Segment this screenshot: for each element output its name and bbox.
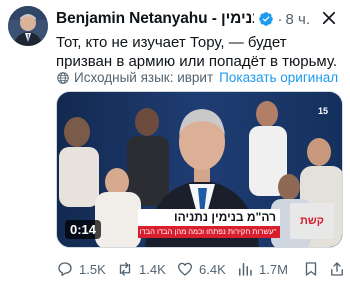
author-row: Benjamin Netanyahu - בנימין... · 8 ч. (56, 9, 310, 29)
share-icon (331, 262, 343, 276)
lower-third-caption: רה"מ בנימין נתניהו "עשרות חקירות נפתחו ו… (138, 209, 280, 238)
views-count: 1.7M (259, 261, 288, 277)
globe-icon (57, 71, 69, 84)
reply-count: 1.5K (79, 261, 106, 277)
close-icon[interactable] (320, 9, 338, 27)
channel-logo: קשת (290, 203, 334, 239)
repost-button[interactable]: 1.4K (116, 260, 166, 278)
bookmark-icon (305, 262, 317, 276)
video-player[interactable]: 15 0:14 רה"מ בנימין נתניהו "עשרות חקירות… (56, 91, 343, 248)
views-icon (239, 263, 252, 276)
like-button[interactable]: 6.4K (176, 260, 226, 278)
bookmark-button[interactable] (302, 260, 325, 278)
tweet-text: Тот, кто не изучает Тору, — будет призва… (56, 34, 338, 70)
avatar[interactable] (8, 6, 48, 46)
tweet: Benjamin Netanyahu - בנימין... · 8 ч. То… (0, 0, 350, 284)
source-language: Исходный язык: иврит (74, 70, 214, 85)
channel-corner-mark: 15 (317, 106, 328, 116)
channel-logo-text: קשת (300, 215, 324, 227)
separator-dot: · (277, 10, 283, 28)
views-button[interactable]: 1.7M (236, 260, 288, 278)
avatar-photo (8, 6, 48, 46)
show-original-link[interactable]: Показать оригинал (219, 70, 338, 85)
heart-icon (177, 262, 193, 276)
translation-row: Исходный язык: иврит Показать оригинал (56, 70, 338, 85)
repost-icon (119, 262, 131, 276)
verified-icon (258, 12, 273, 26)
caption-subtitle: "עשרות חקירות נפתחו וכמה מהן הבדו הבדו ד… (138, 226, 280, 238)
reply-button[interactable]: 1.5K (56, 260, 106, 278)
reply-icon (58, 262, 72, 277)
video-duration: 0:14 (65, 220, 102, 239)
action-bar: 1.5K 1.4K 6.4K 1.7M (56, 259, 346, 279)
repost-count: 1.4K (139, 261, 166, 277)
like-count: 6.4K (199, 261, 226, 277)
timestamp[interactable]: 8 ч. (286, 11, 311, 28)
caption-title: רה"מ בנימין נתניהו (138, 209, 280, 226)
author-name[interactable]: Benjamin Netanyahu - בנימין... (56, 10, 254, 28)
share-button[interactable] (328, 260, 350, 278)
